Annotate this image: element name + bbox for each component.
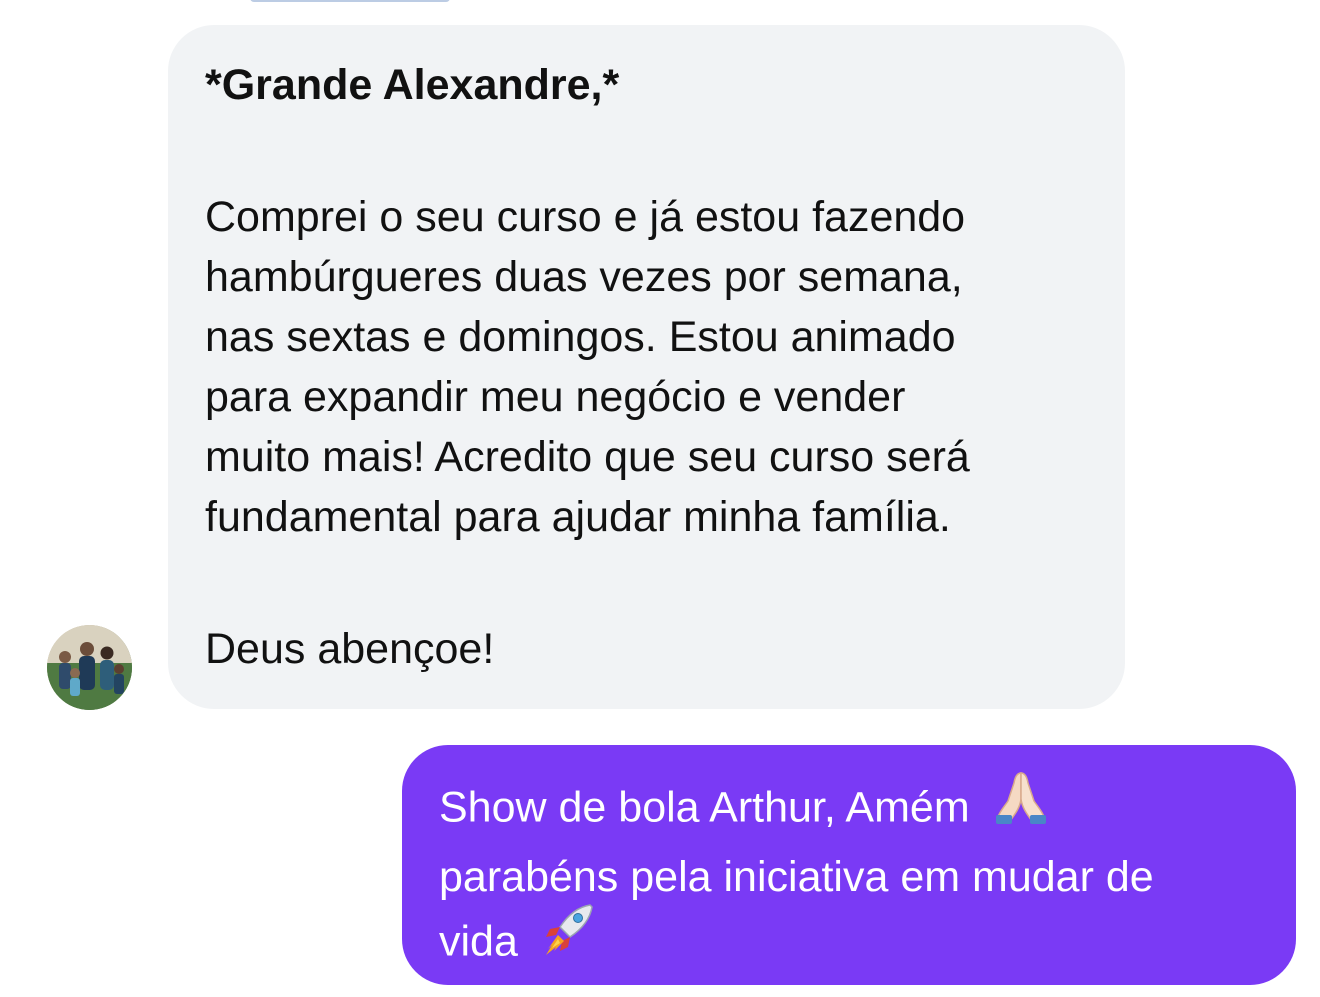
reply-line: vida: [439, 904, 1266, 981]
reply-text: vida: [439, 917, 518, 966]
reply-line: parabéns pela iniciativa em mudar de: [439, 853, 1154, 901]
chat-thread: *Grande Alexandre,* Comprei o seu curso …: [0, 0, 1320, 997]
message-line: fundamental para ajudar minha família.: [205, 493, 951, 541]
reply-line: Show de bola Arthur, Amém: [439, 772, 1266, 847]
previous-message-edge: [250, 0, 450, 2]
rocket-icon: [538, 901, 600, 975]
sender-avatar[interactable]: [47, 625, 132, 710]
outgoing-message-bubble[interactable]: Show de bola Arthur, Amém parabéns pela …: [402, 745, 1296, 985]
message-closing: Deus abençoe!: [205, 625, 495, 673]
message-line: para expandir meu negócio e vender: [205, 373, 906, 421]
message-line: hambúrgueres duas vezes por semana,: [205, 253, 963, 301]
incoming-message-bubble[interactable]: *Grande Alexandre,* Comprei o seu curso …: [168, 25, 1125, 709]
praying-hands-icon: [990, 767, 1052, 841]
message-line: nas sextas e domingos. Estou animado: [205, 313, 956, 361]
message-line: Comprei o seu curso e já estou fazendo: [205, 193, 966, 241]
reply-text: Show de bola Arthur, Amém: [439, 783, 970, 832]
message-greeting: *Grande Alexandre,*: [205, 61, 620, 109]
message-line: muito mais! Acredito que seu curso será: [205, 433, 970, 481]
